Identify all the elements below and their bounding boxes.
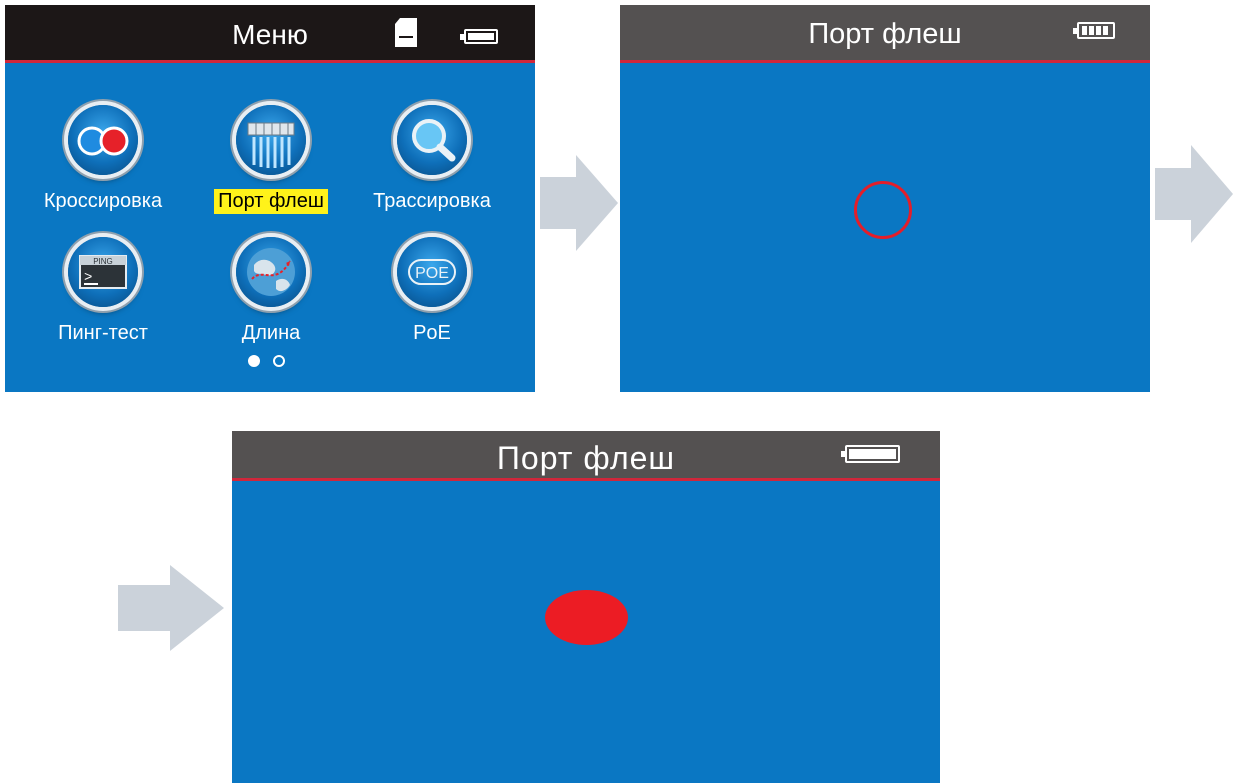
link-indicator-ring [854, 181, 912, 239]
page-dot-active[interactable] [248, 355, 260, 367]
app-tracing[interactable]: Трассировка [352, 105, 512, 214]
menu-title: Меню [232, 19, 308, 50]
port-flash-header: Порт флеш [232, 431, 940, 481]
poe-icon-text: POE [415, 265, 449, 282]
app-label: Кроссировка [43, 190, 163, 212]
page-indicator [248, 354, 298, 372]
flow-arrow-right-icon [540, 155, 618, 251]
screen-title: Порт флеш [496, 440, 676, 476]
ping-terminal-icon: PING > [68, 237, 138, 307]
page-dot-inactive[interactable] [273, 355, 285, 367]
app-ping-test[interactable]: PING > Пинг-тест [23, 237, 183, 346]
sd-card-icon [395, 18, 417, 47]
menu-header: Меню [5, 5, 535, 63]
app-port-flash[interactable]: Порт флеш [191, 105, 351, 214]
magnifier-icon [397, 105, 467, 175]
app-label: Трассировка [373, 190, 491, 212]
globe-icon [236, 237, 306, 307]
app-wiremap[interactable]: Кроссировка [23, 105, 183, 214]
wiremap-icon [68, 105, 138, 175]
flow-arrow-right-icon [118, 565, 224, 651]
ping-icon-text: PING [93, 257, 113, 266]
battery-icon [841, 445, 900, 463]
flow-arrow-right-icon [1155, 145, 1233, 243]
app-label: Длина [241, 322, 301, 344]
screen-title: Порт флеш [808, 18, 962, 50]
app-label-selected: Порт флеш [214, 189, 328, 214]
app-label: Пинг-тест [58, 322, 148, 344]
port-flash-screen-waiting: Порт флеш [620, 5, 1150, 392]
port-flash-screen-blinking: Порт флеш [232, 431, 940, 783]
port-flash-header: Порт флеш [620, 5, 1150, 63]
app-poe[interactable]: POE PoE [352, 237, 512, 346]
port-flash-icon [236, 105, 306, 175]
poe-icon: POE [397, 237, 467, 307]
app-label: PoE [413, 322, 451, 344]
app-length[interactable]: Длина [191, 237, 351, 346]
battery-icon [460, 29, 498, 44]
menu-screen: Меню Кроссировка Порт флеш Трассировка P… [5, 5, 535, 392]
battery-segments-icon [1073, 22, 1115, 39]
link-indicator-dot [545, 590, 628, 645]
